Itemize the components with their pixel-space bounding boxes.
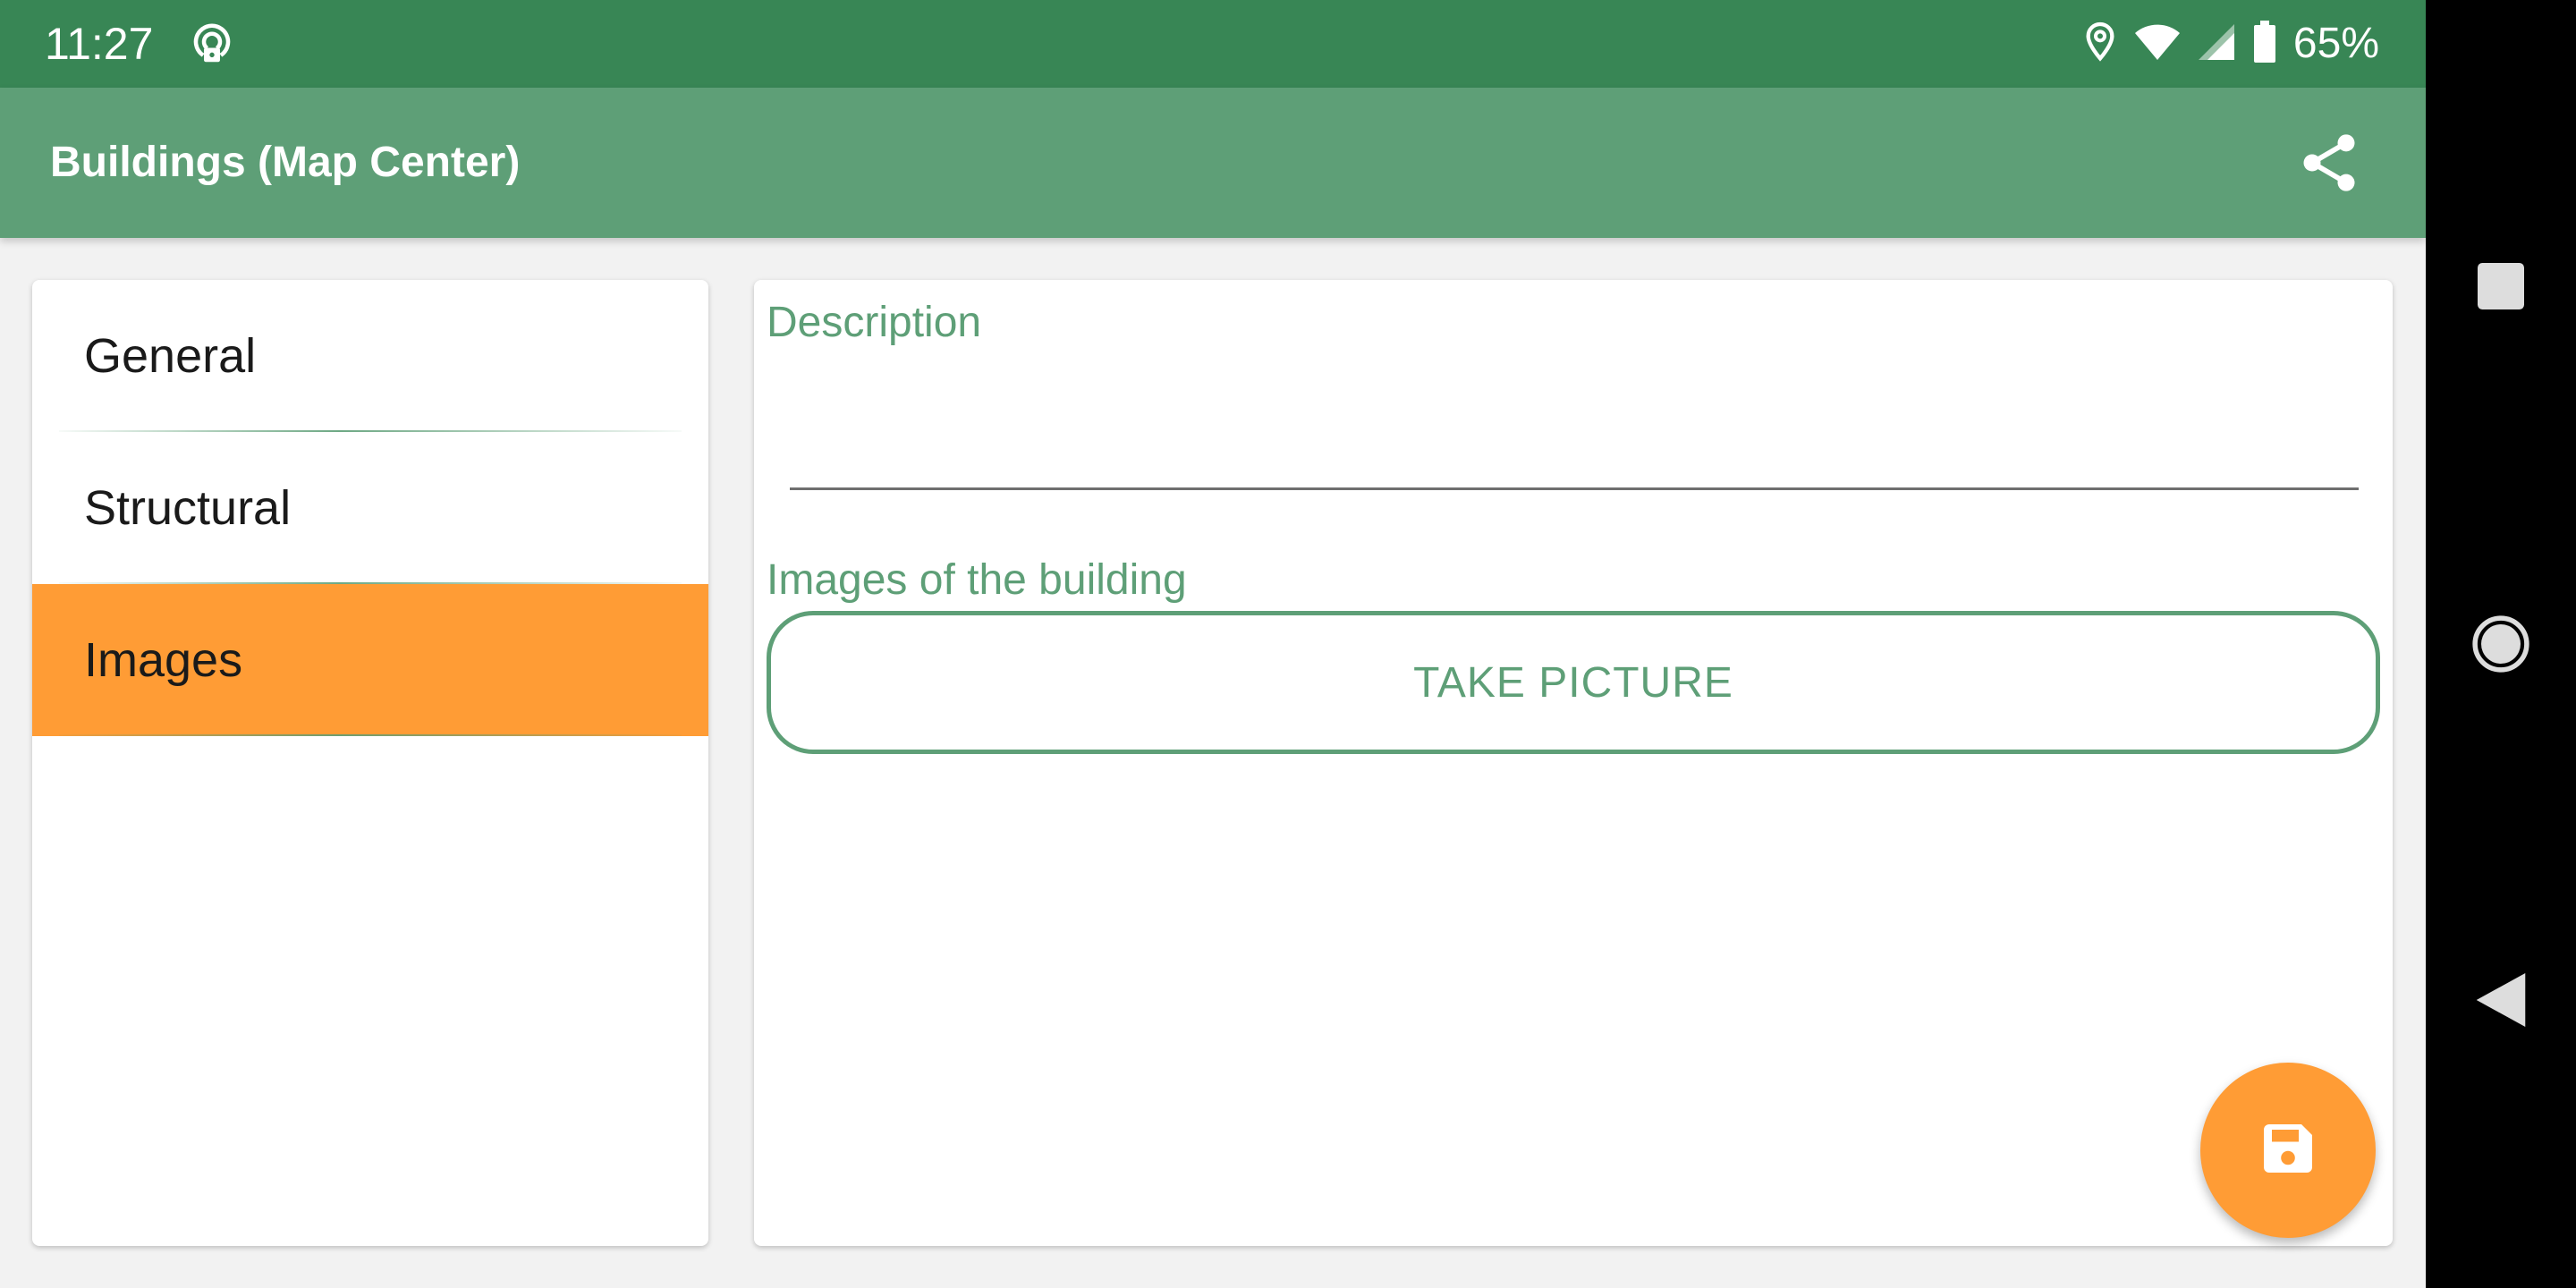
signal-icon (2197, 22, 2236, 66)
save-button[interactable] (2200, 1063, 2376, 1238)
wifi-icon (2134, 22, 2181, 66)
divider (59, 734, 682, 736)
tab-general[interactable]: General (32, 280, 708, 432)
app-bar: Buildings (Map Center) (0, 88, 2426, 238)
back-icon[interactable] (2470, 970, 2531, 1030)
navigation-bar (2426, 0, 2576, 1288)
save-icon (2256, 1116, 2320, 1185)
images-label: Images of the building (767, 556, 1187, 604)
description-field[interactable] (790, 387, 2359, 490)
images-form: Description Images of the building TAKE … (754, 280, 2393, 1246)
tab-images[interactable]: Images (32, 584, 708, 736)
location-icon (2082, 21, 2118, 68)
status-icons: 65% (2082, 18, 2379, 70)
take-picture-button[interactable]: TAKE PICTURE (767, 611, 2380, 754)
page-title: Buildings (Map Center) (50, 139, 521, 186)
tab-label: General (84, 329, 257, 383)
battery-percent: 65% (2292, 20, 2379, 67)
tab-label: Images (84, 633, 243, 687)
share-icon[interactable] (2295, 129, 2363, 197)
status-bar: 11:27 65% (0, 0, 2426, 88)
battery-icon (2252, 20, 2277, 68)
status-time: 11:27 (45, 19, 154, 69)
description-label: Description (767, 299, 982, 346)
hotspot-icon (188, 20, 236, 68)
home-icon[interactable] (2470, 614, 2531, 674)
section-list: General Structural Images (32, 280, 708, 1246)
recents-icon[interactable] (2470, 256, 2531, 317)
tab-label: Structural (84, 481, 292, 535)
tab-structural[interactable]: Structural (32, 432, 708, 584)
